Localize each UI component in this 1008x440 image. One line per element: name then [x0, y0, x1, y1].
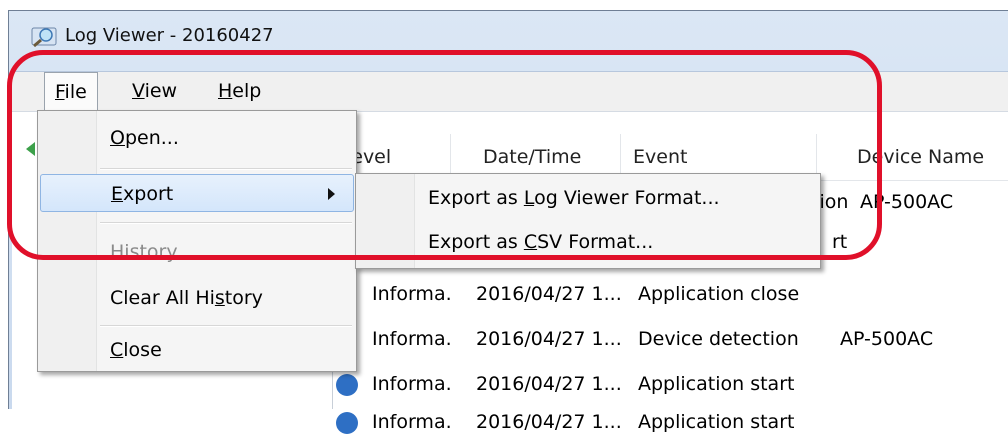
close-accelerator: C: [110, 339, 124, 361]
cell-level: Informa.: [372, 283, 452, 305]
menu-help-rest: elp: [232, 80, 262, 102]
cell-datetime: 2016/04/27 1...: [476, 283, 622, 305]
open-label-rest: pen...: [124, 127, 179, 149]
menu-help-accelerator: H: [218, 80, 233, 102]
export-accelerator: E: [111, 183, 124, 205]
menu-help[interactable]: Help: [208, 72, 271, 110]
menu-item-clear-all-history[interactable]: Clear All History: [40, 279, 354, 317]
menu-item-export[interactable]: Export: [40, 174, 354, 212]
log-row[interactable]: Informa. 2016/04/27 1... Device detectio…: [332, 321, 1008, 357]
close-label-rest: lose: [123, 339, 162, 361]
menu-item-close[interactable]: Close: [40, 331, 354, 369]
cell-event: Application start: [638, 373, 795, 395]
cell-event: Application start: [638, 411, 795, 433]
cell-level: Informa.: [372, 328, 452, 350]
cell-device: AP-500AC: [840, 328, 934, 350]
title-bar: Log Viewer - 20160427: [9, 11, 1008, 61]
menu-view-rest: iew: [144, 80, 178, 102]
menu-separator: [100, 168, 352, 170]
information-icon: [336, 374, 358, 396]
menu-item-export-log-viewer-format[interactable]: Export as Log Viewer Format...: [358, 178, 818, 218]
menu-view-accelerator: V: [132, 80, 145, 102]
menu-separator: [100, 325, 352, 327]
history-accelerator: H: [110, 241, 125, 263]
log-row[interactable]: Informa. 2016/04/27 1... Application sta…: [332, 404, 1008, 440]
menu-separator: [100, 222, 352, 224]
menu-file-accelerator: F: [55, 81, 65, 103]
cell-event: Application close: [638, 283, 800, 305]
log-viewer-app-icon: [31, 27, 57, 47]
menu-bar: File View Help: [12, 71, 1008, 113]
cell-datetime: 2016/04/27 1...: [476, 328, 622, 350]
export-csv-accelerator: C: [523, 231, 538, 253]
open-accelerator: O: [110, 127, 125, 149]
cell-level: Informa.: [372, 411, 452, 433]
menu-view[interactable]: View: [122, 72, 187, 110]
cell-level: Informa.: [372, 373, 452, 395]
file-menu-dropdown: Open... Export History Clear All History…: [37, 110, 357, 372]
submenu-arrow-icon: [328, 188, 335, 200]
cell-device: AP-500AC: [860, 191, 954, 213]
menu-item-open[interactable]: Open...: [40, 119, 354, 157]
export-lv-rest: og Viewer Format...: [534, 187, 720, 209]
export-csv-rest: SV Format...: [537, 231, 654, 253]
clear-accelerator: s: [214, 287, 225, 309]
cell-datetime: 2016/04/27 1...: [476, 411, 622, 433]
cell-event: Device detection: [638, 328, 799, 350]
menu-item-history: History: [40, 233, 354, 271]
export-submenu: Export as Log Viewer Format... Export as…: [355, 173, 821, 269]
menu-file-rest: ile: [64, 81, 87, 103]
export-lv-prefix: Export as: [428, 187, 524, 209]
history-label-rest: istory: [124, 241, 178, 263]
clear-label-rest: tory: [224, 287, 263, 309]
cell-event: rt: [832, 231, 848, 253]
menu-item-export-csv-format[interactable]: Export as CSV Format...: [358, 222, 818, 262]
information-icon: [336, 412, 358, 434]
log-row[interactable]: Informa. 2016/04/27 1... Application sta…: [332, 366, 1008, 402]
menu-file[interactable]: File: [44, 72, 98, 113]
tree-expand-icon[interactable]: [26, 142, 35, 156]
export-lv-accelerator: L: [523, 187, 535, 209]
window-title: Log Viewer - 20160427: [65, 25, 274, 46]
log-row[interactable]: Informa. 2016/04/27 1... Application clo…: [332, 276, 1008, 312]
export-label-rest: xport: [123, 183, 174, 205]
export-csv-prefix: Export as: [428, 231, 524, 253]
column-header-device-name[interactable]: Device Name: [816, 134, 1008, 180]
clear-label-prefix: Clear All Hi: [110, 287, 215, 309]
cell-datetime: 2016/04/27 1...: [476, 373, 622, 395]
